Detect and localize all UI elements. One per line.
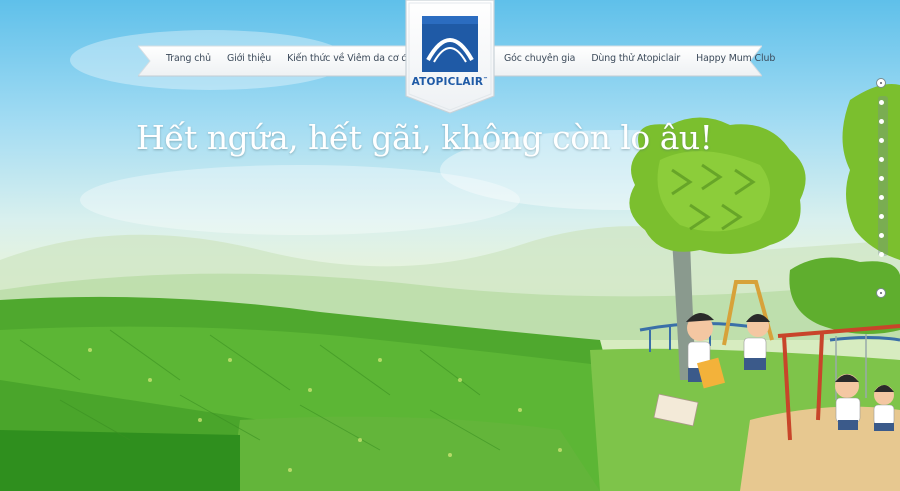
pager-dot[interactable] (879, 252, 884, 257)
nav-item-knowledge[interactable]: Kiến thức về Viêm da cơ địa (279, 53, 423, 64)
pager-dot[interactable] (879, 195, 884, 200)
arch-logo-icon (422, 16, 478, 72)
nav-item-about[interactable]: Giới thiệu (219, 53, 279, 64)
nav-item-happy-mum-club[interactable]: Happy Mum Club (688, 53, 783, 64)
pager-dot[interactable] (879, 138, 884, 143)
logo-badge[interactable] (404, 0, 496, 114)
pager-dot[interactable] (879, 233, 884, 238)
nav-item-expert-corner[interactable]: Góc chuyên gia (496, 53, 583, 64)
hero-headline: Hết ngứa, hết gãi, không còn lo âu! (136, 118, 713, 157)
pager-dot[interactable] (879, 157, 884, 162)
pager-top-button[interactable] (876, 78, 886, 88)
nav-left: Trang chủ Giới thiệu Kiến thức về Viêm d… (158, 53, 423, 64)
pager-dot[interactable] (879, 214, 884, 219)
pager-dot[interactable] (879, 176, 884, 181)
nav-item-home[interactable]: Trang chủ (158, 53, 219, 64)
pager-dot[interactable] (879, 119, 884, 124)
nav-right: Góc chuyên gia Dùng thử Atopiclair Happy… (496, 53, 783, 64)
nav-item-free-trial[interactable]: Dùng thử Atopiclair (583, 53, 688, 64)
logo-wordmark: ATOPICLAIR™ (411, 76, 489, 88)
slide-pager (874, 78, 888, 300)
pager-dot[interactable] (879, 100, 884, 105)
pager-bottom-button[interactable] (876, 288, 886, 298)
